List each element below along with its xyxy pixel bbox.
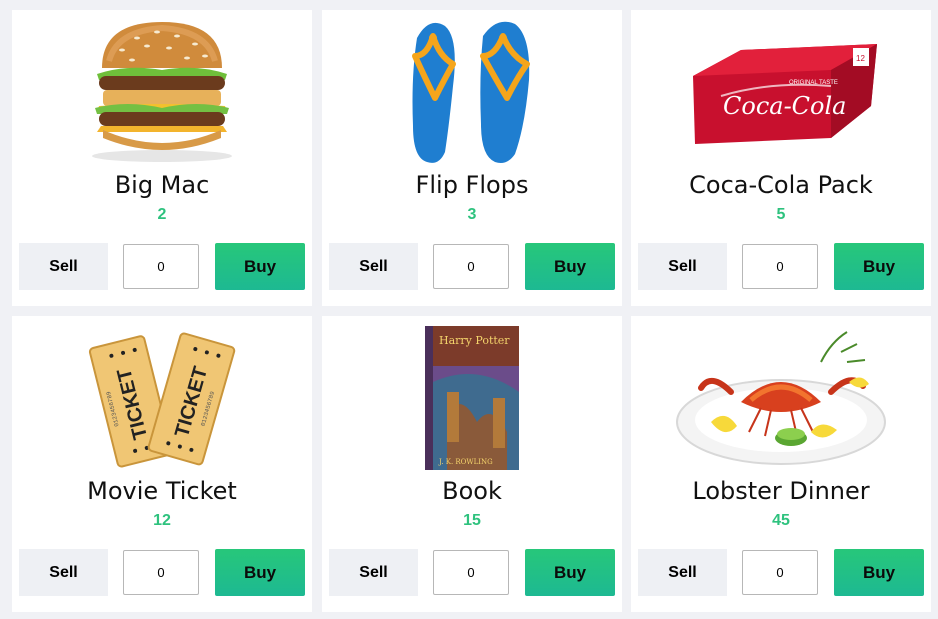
book-image: Harry Potter J. K. ROWLING: [322, 316, 622, 478]
quantity-input[interactable]: [742, 550, 818, 595]
product-grid: Big Mac 2 Sell Buy Flip Flops 3 Sell Buy: [0, 0, 938, 619]
coca-cola-logo: Coca-Cola: [723, 92, 846, 120]
buy-button[interactable]: Buy: [215, 243, 305, 290]
product-card-movie-ticket: TICKET 0123456789 TICKET 0123456789 Movi…: [12, 316, 312, 612]
product-controls: Sell Buy: [638, 243, 924, 291]
product-price: 45: [772, 512, 790, 529]
product-price: 3: [467, 206, 477, 223]
svg-text:J. K. ROWLING: J. K. ROWLING: [438, 458, 493, 466]
book-title: Harry Potter: [439, 334, 510, 347]
product-name: Lobster Dinner: [692, 477, 870, 505]
buy-button[interactable]: Buy: [525, 549, 615, 596]
quantity-input[interactable]: [433, 550, 509, 595]
product-card-big-mac: Big Mac 2 Sell Buy: [12, 10, 312, 306]
product-name: Flip Flops: [415, 171, 529, 199]
product-card-lobster-dinner: Lobster Dinner 45 Sell Buy: [631, 316, 931, 612]
sell-button[interactable]: Sell: [329, 549, 418, 596]
product-controls: Sell Buy: [329, 549, 615, 597]
sell-button[interactable]: Sell: [329, 243, 418, 290]
quantity-input[interactable]: [742, 244, 818, 289]
product-card-flip-flops: Flip Flops 3 Sell Buy: [322, 10, 622, 306]
sell-button[interactable]: Sell: [19, 549, 108, 596]
product-name: Movie Ticket: [87, 477, 237, 505]
product-price: 12: [153, 512, 171, 529]
lobster-dinner-image: [631, 316, 931, 478]
sell-button[interactable]: Sell: [638, 549, 727, 596]
sell-button[interactable]: Sell: [638, 243, 727, 290]
product-controls: Sell Buy: [638, 549, 924, 597]
product-card-book: Harry Potter J. K. ROWLING Book 15 Sell …: [322, 316, 622, 612]
product-controls: Sell Buy: [19, 243, 305, 291]
svg-text:ORIGINAL TASTE: ORIGINAL TASTE: [789, 80, 838, 86]
buy-button[interactable]: Buy: [215, 549, 305, 596]
big-mac-image: [12, 10, 312, 172]
product-name: Coca-Cola Pack: [689, 171, 873, 199]
product-card-coca-cola-pack: Coca-Cola ORIGINAL TASTE 12 Coca-Cola Pa…: [631, 10, 931, 306]
product-name: Big Mac: [114, 171, 210, 199]
product-price: 15: [463, 512, 481, 529]
quantity-input[interactable]: [123, 550, 199, 595]
coca-cola-pack-image: Coca-Cola ORIGINAL TASTE 12: [631, 10, 931, 172]
buy-button[interactable]: Buy: [525, 243, 615, 290]
buy-button[interactable]: Buy: [834, 243, 924, 290]
product-price: 2: [157, 206, 167, 223]
sell-button[interactable]: Sell: [19, 243, 108, 290]
flip-flops-image: [322, 10, 622, 172]
quantity-input[interactable]: [433, 244, 509, 289]
product-controls: Sell Buy: [329, 243, 615, 291]
buy-button[interactable]: Buy: [834, 549, 924, 596]
movie-ticket-image: TICKET 0123456789 TICKET 0123456789: [12, 316, 312, 478]
quantity-input[interactable]: [123, 244, 199, 289]
product-name: Book: [442, 477, 502, 505]
svg-text:12: 12: [856, 54, 865, 63]
product-price: 5: [776, 206, 786, 223]
product-controls: Sell Buy: [19, 549, 305, 597]
